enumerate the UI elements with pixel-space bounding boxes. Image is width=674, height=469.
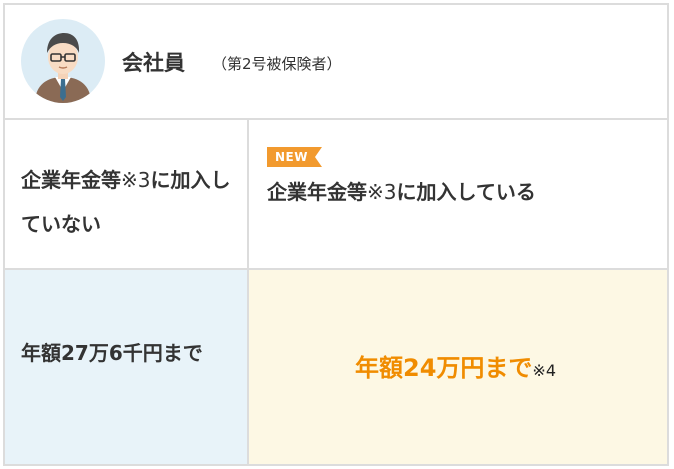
contribution-limit-table: 会社員 （第2号被保険者） 企業年金等※3に加入していない NEW 企業年金等※… (3, 3, 669, 466)
page-title: 会社員 (122, 51, 185, 75)
limit-text-not-enrolled: 年額27万6千円まで (21, 341, 203, 365)
condition-text-not-enrolled: 企業年金等※3に加入していない (21, 168, 231, 236)
limit-cell-not-enrolled: 年額27万6千円まで (5, 270, 249, 464)
page-subtitle: （第2号被保険者） (212, 55, 342, 73)
header-row: 会社員 （第2号被保険者） (5, 5, 667, 120)
limit-amount-enrolled: 年額24万円まで (355, 354, 533, 382)
condition-cell-not-enrolled: 企業年金等※3に加入していない (5, 120, 249, 270)
limit-text-enrolled-wrapper: 年額24万円まで※4 (355, 348, 556, 383)
limit-cell-enrolled: 年額24万円まで※4 (249, 270, 667, 464)
new-badge: NEW (267, 147, 322, 167)
footnote-3: ※3 (367, 180, 397, 204)
footnote-3: ※3 (121, 168, 151, 192)
condition-cell-enrolled: NEW 企業年金等※3に加入している (249, 120, 667, 270)
condition-text-enrolled: 企業年金等※3に加入している (267, 180, 536, 204)
businessman-avatar-icon (21, 19, 105, 103)
footnote-4: ※4 (532, 361, 556, 380)
